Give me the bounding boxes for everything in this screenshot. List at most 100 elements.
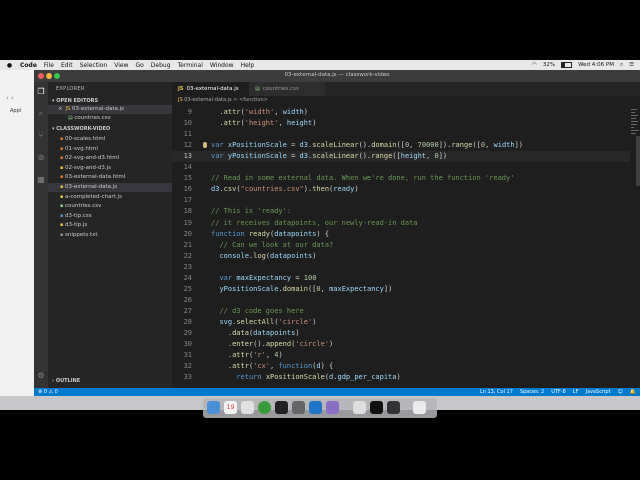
vscode-dock-icon[interactable] bbox=[309, 401, 322, 414]
search-icon[interactable]: ⌕ bbox=[37, 110, 45, 118]
menu-app-name[interactable]: Code bbox=[20, 62, 37, 69]
code-line[interactable]: 31 .attr('r', 4) bbox=[172, 350, 630, 361]
line-number: 32 bbox=[183, 362, 192, 371]
clock[interactable]: Wed 4:06 PM bbox=[578, 62, 614, 68]
file-item[interactable]: ▪ d3-tip.css bbox=[48, 212, 172, 221]
line-number: 16 bbox=[183, 185, 192, 194]
battery-icon[interactable] bbox=[561, 62, 573, 68]
calendar-icon[interactable]: 19 bbox=[224, 401, 237, 414]
settings-icon[interactable] bbox=[292, 401, 305, 414]
code-editor[interactable]: 9 .attr('width', width) 10 .attr('height'… bbox=[172, 105, 630, 388]
code-line[interactable]: 18 // This is 'ready': bbox=[172, 206, 630, 217]
apple-icon[interactable]: ● bbox=[6, 62, 13, 69]
code-line[interactable]: 30 .enter().append('circle') bbox=[172, 339, 630, 350]
file-item[interactable]: ▪ 00-scales.html bbox=[48, 135, 172, 144]
line-number: 20 bbox=[183, 229, 192, 238]
code-line[interactable]: 16 d3.csv("countries.csv").then(ready) bbox=[172, 184, 630, 195]
file-item[interactable]: ▪ 03-external-data.html bbox=[48, 173, 172, 182]
line-number: 29 bbox=[183, 329, 192, 337]
code-line[interactable]: 27 // d3 code goes here bbox=[172, 306, 630, 317]
code-line[interactable]: 22 console.log(datapoints) bbox=[172, 251, 630, 262]
open-editor-item[interactable]: ▤ countries.csv bbox=[48, 114, 172, 123]
extensions-icon[interactable]: ▦ bbox=[37, 176, 45, 184]
back-forward-icon[interactable]: ‹ › bbox=[6, 94, 14, 102]
file-item[interactable]: ▪ 03-external-data.js bbox=[48, 183, 172, 192]
open-editor-item[interactable]: × JS 03-external-data.js bbox=[48, 105, 172, 114]
code-line[interactable]: 32 .attr('cx', function(d) { bbox=[172, 361, 630, 372]
code-line[interactable]: 9 .attr('width', width) bbox=[172, 107, 630, 118]
line-number: 15 bbox=[183, 174, 192, 183]
code-line[interactable]: 21 // Can we look at our data? bbox=[172, 240, 630, 251]
chrome-icon[interactable] bbox=[258, 401, 271, 414]
folder-label: CLASSWORK-VIDEO bbox=[56, 126, 111, 132]
source-control-icon[interactable]: ⑂ bbox=[37, 132, 45, 140]
outline-section[interactable]: › OUTLINE bbox=[52, 378, 80, 384]
terminal-icon[interactable] bbox=[275, 401, 288, 414]
notes-icon[interactable] bbox=[241, 401, 254, 414]
lightbulb-icon[interactable] bbox=[203, 142, 207, 149]
code-line[interactable]: 13 var yPositionScale = d3.scaleLinear().… bbox=[172, 151, 630, 163]
explorer-icon[interactable]: ❐ bbox=[37, 88, 45, 96]
code-line[interactable]: 12 var xPositionScale = d3.scaleLinear().… bbox=[172, 140, 630, 151]
file-item[interactable]: ▪ d3-tip.js bbox=[48, 221, 172, 230]
code-line[interactable]: 25 yPositionScale.domain([0, maxExpectan… bbox=[172, 284, 630, 295]
file-item[interactable]: ▪ 01-svg.html bbox=[48, 145, 172, 154]
menu-go[interactable]: Go bbox=[135, 62, 143, 69]
app-dock-icon[interactable] bbox=[326, 401, 339, 414]
code-line[interactable]: 20 function ready(datapoints) { bbox=[172, 229, 630, 240]
code-line[interactable]: 24 var maxExpectancy = 100 bbox=[172, 273, 630, 284]
encoding[interactable]: UTF-8 bbox=[551, 388, 566, 396]
code-line[interactable]: 29 .data(datapoints) bbox=[172, 328, 630, 339]
code-text: var xPositionScale = d3.scaleLinear().do… bbox=[211, 141, 524, 150]
window-icon[interactable] bbox=[387, 401, 400, 414]
language-mode[interactable]: JavaScript bbox=[585, 388, 610, 396]
file-item[interactable]: ▪ snippets.txt bbox=[48, 231, 172, 240]
screen-icon[interactable] bbox=[370, 401, 383, 414]
menu-terminal[interactable]: Terminal bbox=[178, 62, 203, 69]
close-icon[interactable]: × bbox=[58, 106, 63, 112]
breadcrumb-file[interactable]: 03-external-data.js bbox=[184, 97, 231, 103]
code-line[interactable]: 10 .attr('height', height) bbox=[172, 118, 630, 129]
folder-section[interactable]: ▾ CLASSWORK-VIDEO bbox=[52, 126, 110, 132]
menu-debug[interactable]: Debug bbox=[151, 62, 171, 69]
spotlight-icon[interactable]: ⌕ bbox=[620, 62, 623, 69]
end-of-line[interactable]: LF bbox=[573, 388, 579, 396]
menu-file[interactable]: File bbox=[44, 62, 54, 69]
open-editors-section[interactable]: ▾ OPEN EDITORS bbox=[52, 98, 98, 104]
code-line[interactable]: 19 // it receives datapoints, our newly-r… bbox=[172, 218, 630, 229]
wifi-icon[interactable]: ◠ bbox=[532, 62, 537, 68]
menu-edit[interactable]: Edit bbox=[61, 62, 73, 69]
file-item[interactable]: ▪ a-completed-chart.js bbox=[48, 193, 172, 202]
tab-03-external-data-js[interactable]: JS 03-external-data.js bbox=[172, 82, 254, 96]
code-line[interactable]: 14 bbox=[172, 162, 630, 173]
menu-help[interactable]: Help bbox=[241, 62, 255, 69]
trash-icon[interactable] bbox=[413, 401, 426, 414]
file-item[interactable]: ▪ 02-svg-and-d3.html bbox=[48, 154, 172, 163]
background-window[interactable]: ‹ › Appl bbox=[0, 70, 35, 396]
notification-center-icon[interactable]: ☰ bbox=[629, 62, 634, 68]
code-line[interactable]: 11 bbox=[172, 129, 630, 140]
file-item[interactable]: ▪ countries.csv bbox=[48, 202, 172, 211]
code-line[interactable]: 23 bbox=[172, 262, 630, 273]
code-line[interactable]: 33 return xPositionScale(d.gdp_per_capit… bbox=[172, 372, 630, 383]
bell-icon[interactable]: 🔔 bbox=[630, 388, 636, 396]
problems-indicator[interactable]: ⊗ 0 ⚠ 0 bbox=[38, 388, 58, 396]
document-icon[interactable] bbox=[353, 401, 366, 414]
finder-icon[interactable] bbox=[207, 401, 220, 414]
editor-scrollbar[interactable] bbox=[636, 136, 640, 186]
indentation[interactable]: Spaces: 2 bbox=[520, 388, 544, 396]
file-item[interactable]: ▪ 02-svg-and-d3.js bbox=[48, 164, 172, 173]
code-line[interactable]: 28 svg.selectAll('circle') bbox=[172, 317, 630, 328]
menu-view[interactable]: View bbox=[114, 62, 128, 69]
gear-icon[interactable]: ⚙ bbox=[37, 372, 45, 380]
menu-window[interactable]: Window bbox=[210, 62, 234, 69]
breadcrumb-symbol[interactable]: <function> bbox=[239, 97, 268, 103]
cursor-position[interactable]: Ln 13, Col 17 bbox=[480, 388, 513, 396]
debug-icon[interactable]: ⊘ bbox=[37, 154, 45, 162]
code-line[interactable]: 17 bbox=[172, 195, 630, 206]
code-line[interactable]: 26 bbox=[172, 295, 630, 306]
feedback-icon[interactable]: ☺ bbox=[618, 388, 623, 396]
menu-selection[interactable]: Selection bbox=[80, 62, 108, 69]
tab-countries-csv[interactable]: ▤ countries.csv bbox=[249, 82, 325, 96]
code-line[interactable]: 15 // Read in some external data. When we… bbox=[172, 173, 630, 184]
